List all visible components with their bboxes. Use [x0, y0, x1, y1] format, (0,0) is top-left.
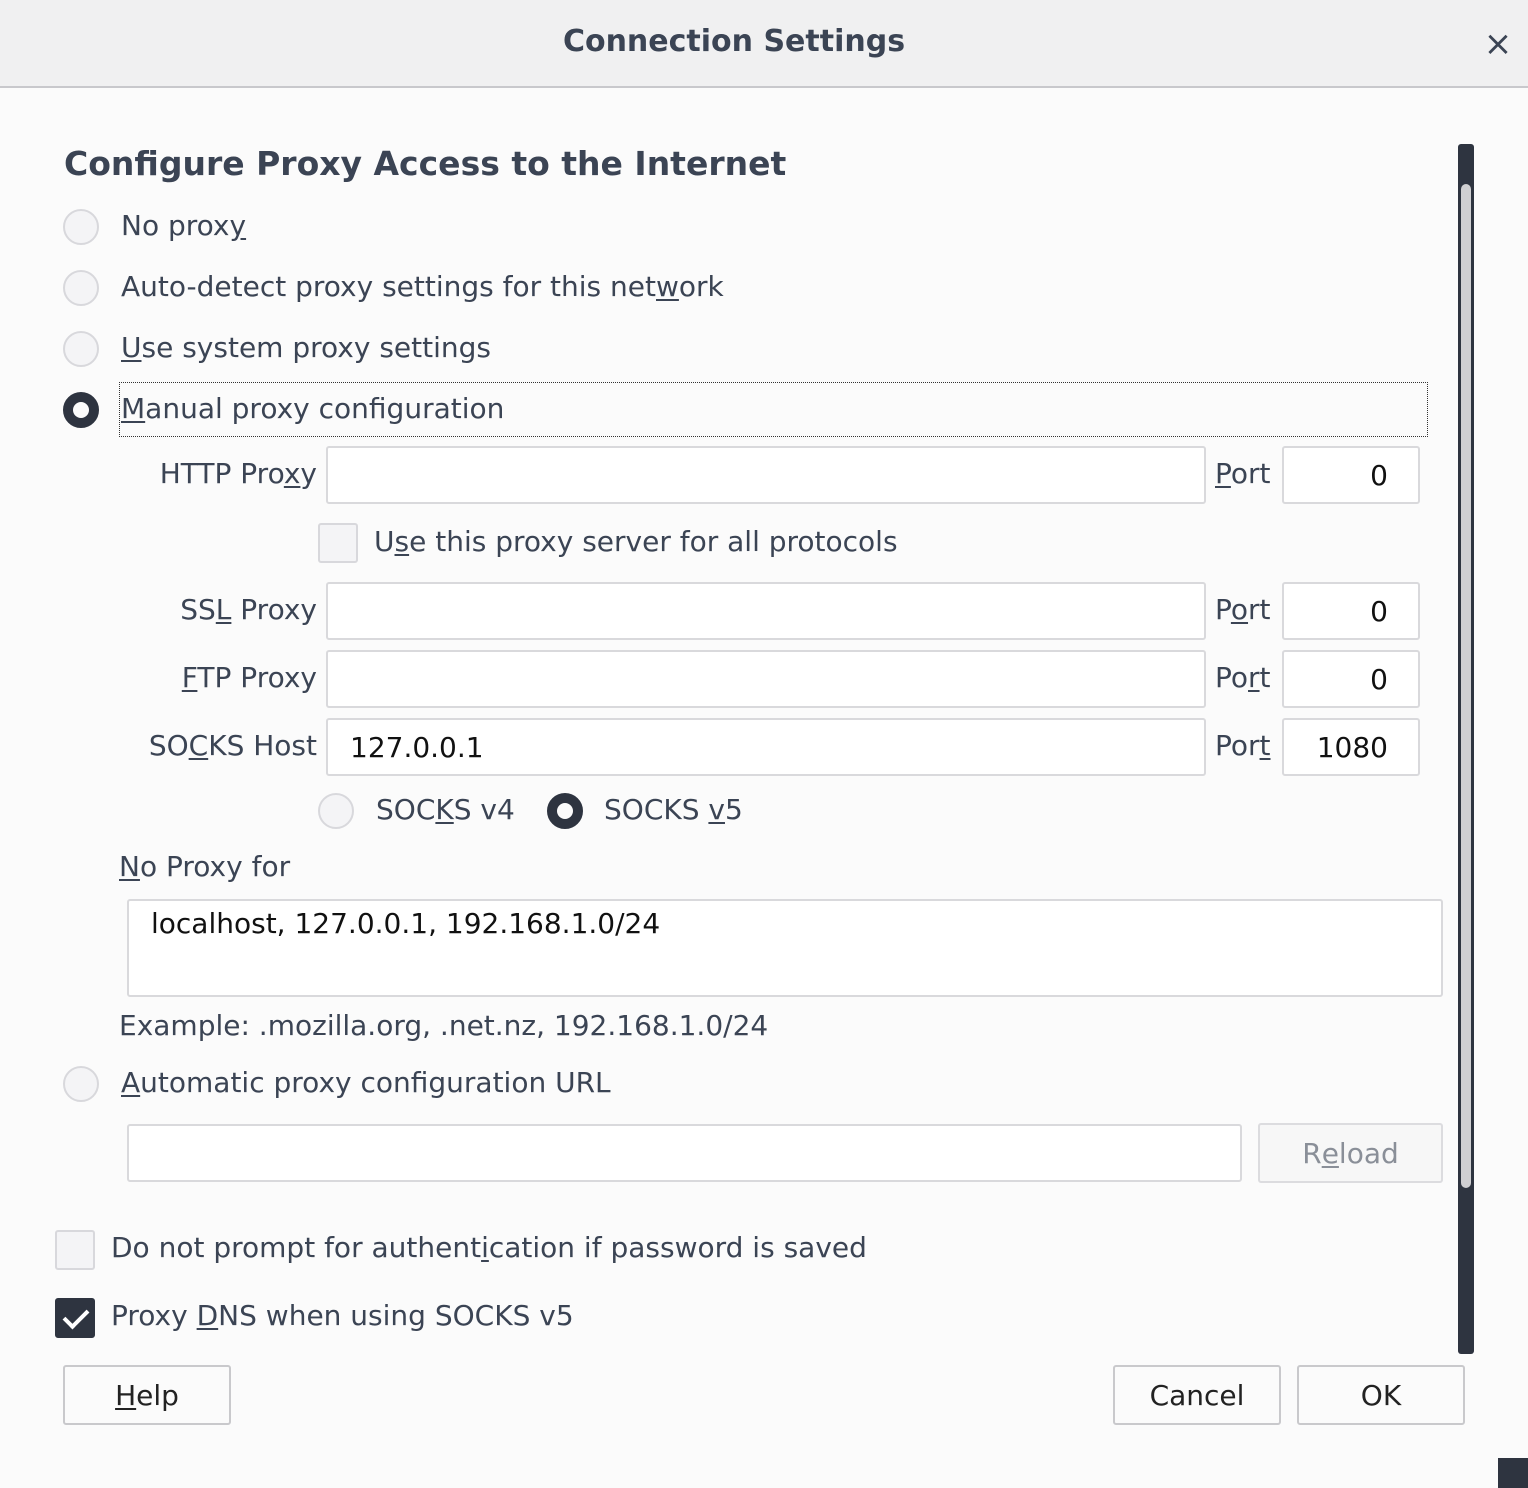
ftp-port-input[interactable]: 0 [1282, 650, 1420, 708]
no-proxy-for-textarea[interactable]: localhost, 127.0.0.1, 192.168.1.0/24 [127, 899, 1443, 997]
ftp-proxy-input[interactable] [326, 650, 1206, 708]
socks-v5-label[interactable]: SOCKS v5 [604, 793, 743, 826]
reload-button[interactable]: Re load [1258, 1123, 1443, 1183]
socks-port-input[interactable]: 1080 [1282, 718, 1420, 776]
all-protocols-checkbox[interactable] [318, 523, 358, 563]
ssl-proxy-input[interactable] [326, 582, 1206, 640]
ssl-proxy-label: SSL Proxy [180, 593, 317, 626]
no-proxy-example: Example: .mozilla.org, .net.nz, 192.168.… [119, 1009, 769, 1042]
ssl-port-input[interactable]: 0 [1282, 582, 1420, 640]
resize-corner[interactable] [1498, 1458, 1528, 1488]
close-icon[interactable]: × [1478, 22, 1518, 66]
manual-proxy-radio[interactable] [63, 392, 99, 428]
help-button[interactable]: Help [63, 1365, 231, 1425]
socks-host-input[interactable]: 127.0.0.1 [326, 718, 1206, 776]
system-proxy-label[interactable]: Use system proxy settings [121, 331, 491, 364]
socks-v4-radio[interactable] [318, 793, 354, 829]
no-proxy-for-label: No Proxy for [119, 850, 291, 883]
auto-detect-radio[interactable] [63, 270, 99, 306]
system-proxy-radio[interactable] [63, 331, 99, 367]
no-proxy-label[interactable]: No proxy [121, 209, 246, 242]
http-port-input[interactable]: 0 [1282, 446, 1420, 504]
proxy-dns-label[interactable]: Proxy DNS when using SOCKS v5 [111, 1299, 574, 1332]
socks-port-label: Port [1215, 729, 1271, 762]
cancel-button[interactable]: Cancel [1113, 1365, 1281, 1425]
socks-v5-radio[interactable] [547, 793, 583, 829]
section-heading: Configure Proxy Access to the Internet [64, 144, 787, 183]
no-auth-prompt-checkbox[interactable] [55, 1230, 95, 1270]
socks-v4-label[interactable]: SOCKS v4 [376, 793, 515, 826]
http-proxy-label: HTTP Proxy [159, 457, 317, 490]
auto-detect-label[interactable]: Auto-detect proxy settings for this netw… [121, 270, 724, 303]
socks-host-label: SOCKS Host [148, 729, 317, 762]
ftp-port-label: Port [1215, 661, 1271, 694]
scrollbar-thumb[interactable] [1461, 184, 1471, 1188]
http-proxy-input[interactable] [326, 446, 1206, 504]
auto-url-input[interactable] [127, 1124, 1242, 1182]
check-icon[interactable] [55, 1298, 95, 1338]
auto-url-radio[interactable] [63, 1066, 99, 1102]
no-proxy-radio[interactable] [63, 209, 99, 245]
ftp-proxy-label: FTP Proxy [181, 661, 317, 694]
window-title: Connection Settings [562, 24, 906, 59]
auto-url-label[interactable]: Automatic proxy configuration URL [121, 1066, 611, 1099]
manual-proxy-label[interactable]: Manual proxy configuration [121, 392, 504, 425]
all-protocols-label[interactable]: Use this proxy server for all protocols [374, 525, 898, 558]
ssl-port-label: Port [1215, 593, 1271, 626]
no-auth-prompt-label[interactable]: Do not prompt for authentication if pass… [111, 1231, 867, 1264]
ok-button[interactable]: OK [1297, 1365, 1465, 1425]
http-port-label: Port [1215, 457, 1271, 490]
